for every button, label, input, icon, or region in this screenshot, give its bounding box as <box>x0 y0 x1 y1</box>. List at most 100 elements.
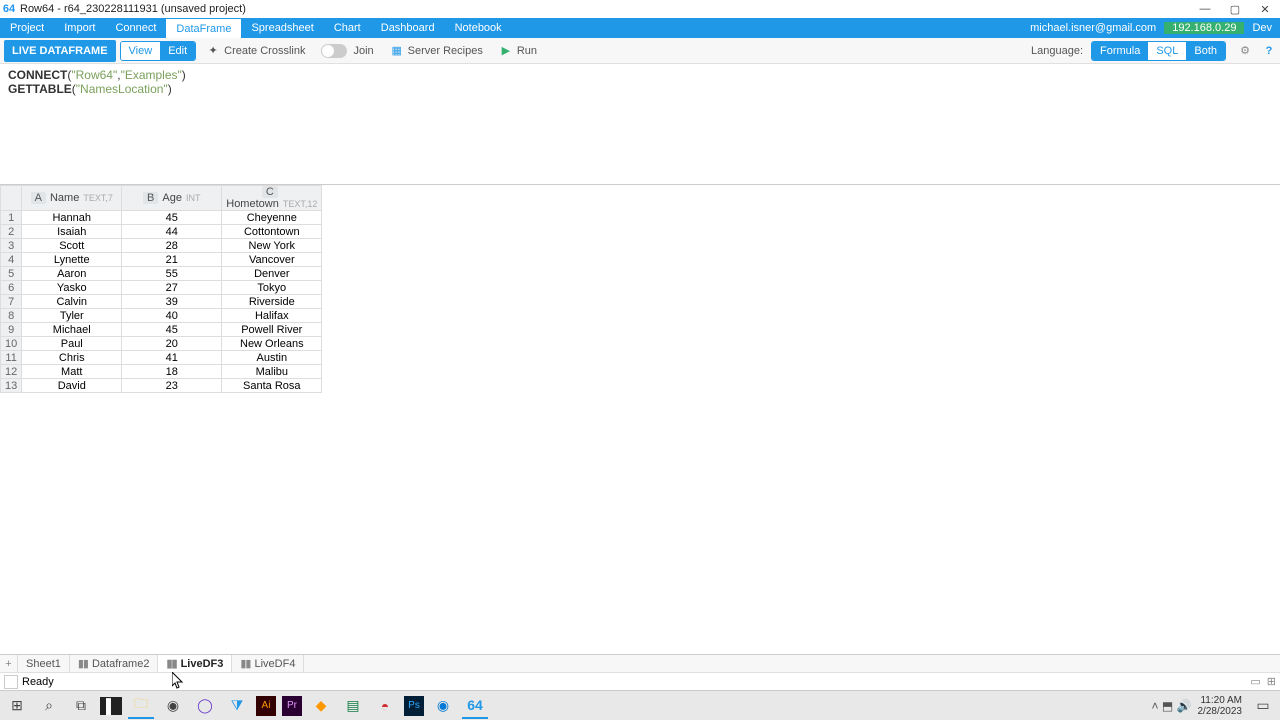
premiere-icon[interactable]: Pr <box>282 696 302 716</box>
edge-icon[interactable]: ◉ <box>430 693 456 719</box>
cell-name[interactable]: Scott <box>22 239 122 253</box>
cell-name[interactable]: Michael <box>22 323 122 337</box>
cell-hometown[interactable]: Halifax <box>222 309 322 323</box>
table-row[interactable]: 12 Matt 18 Malibu <box>1 365 322 379</box>
row-number[interactable]: 3 <box>1 239 22 253</box>
sheet-tab-livedf3[interactable]: ▮▮LiveDF3 <box>158 655 232 672</box>
cell-hometown[interactable]: Cottontown <box>222 225 322 239</box>
cell-name[interactable]: Aaron <box>22 267 122 281</box>
cell-hometown[interactable]: Denver <box>222 267 322 281</box>
view-button[interactable]: View <box>121 42 161 60</box>
help-button[interactable]: ? <box>1262 44 1276 58</box>
table-row[interactable]: 11 Chris 41 Austin <box>1 351 322 365</box>
settings-button[interactable]: ⚙ <box>1236 42 1254 60</box>
cell-hometown[interactable]: New Orleans <box>222 337 322 351</box>
table-row[interactable]: 1 Hannah 45 Cheyenne <box>1 211 322 225</box>
vscode-icon[interactable]: ⧩ <box>224 693 250 719</box>
illustrator-icon[interactable]: Ai <box>256 696 276 716</box>
row64-taskbar-icon[interactable]: 64 <box>462 693 488 719</box>
chrome-icon[interactable]: ◉ <box>160 693 186 719</box>
cell-age[interactable]: 41 <box>122 351 222 365</box>
table-row[interactable]: 10 Paul 20 New Orleans <box>1 337 322 351</box>
cell-age[interactable]: 21 <box>122 253 222 267</box>
server-ip[interactable]: 192.168.0.29 <box>1164 22 1244 34</box>
cell-age[interactable]: 40 <box>122 309 222 323</box>
column-header-a[interactable]: ANameTEXT,7 <box>22 186 122 211</box>
cell-age[interactable]: 28 <box>122 239 222 253</box>
row-number[interactable]: 9 <box>1 323 22 337</box>
menu-project[interactable]: Project <box>0 18 54 38</box>
join-toggle[interactable] <box>321 44 347 58</box>
close-button[interactable]: ✕ <box>1250 0 1280 18</box>
row-number[interactable]: 13 <box>1 379 22 393</box>
task-view-icon[interactable]: ⧉ <box>68 693 94 719</box>
column-header-b[interactable]: BAgeINT <box>122 186 222 211</box>
cell-age[interactable]: 55 <box>122 267 222 281</box>
layout-icon-1[interactable]: ▭ <box>1250 675 1260 688</box>
sheet-tab-sheet1[interactable]: Sheet1 <box>18 655 70 672</box>
cell-age[interactable]: 20 <box>122 337 222 351</box>
sheet-tab-livedf4[interactable]: ▮▮LiveDF4 <box>232 655 304 672</box>
cell-hometown[interactable]: New York <box>222 239 322 253</box>
table-row[interactable]: 2 Isaiah 44 Cottontown <box>1 225 322 239</box>
cell-name[interactable]: Yasko <box>22 281 122 295</box>
table-row[interactable]: 13 David 23 Santa Rosa <box>1 379 322 393</box>
cell-hometown[interactable]: Austin <box>222 351 322 365</box>
user-email[interactable]: michael.isner@gmail.com <box>1022 22 1164 34</box>
minimize-button[interactable]: ― <box>1190 0 1220 18</box>
menu-connect[interactable]: Connect <box>105 18 166 38</box>
cell-hometown[interactable]: Santa Rosa <box>222 379 322 393</box>
cell-hometown[interactable]: Vancover <box>222 253 322 267</box>
photoshop-icon[interactable]: Ps <box>404 696 424 716</box>
row-number[interactable]: 6 <box>1 281 22 295</box>
table-row[interactable]: 8 Tyler 40 Halifax <box>1 309 322 323</box>
clock[interactable]: 11:20 AM 2/28/2023 <box>1198 695 1245 717</box>
cell-age[interactable]: 39 <box>122 295 222 309</box>
dev-mode[interactable]: Dev <box>1244 22 1280 34</box>
terminal-icon[interactable]: ▌ <box>100 697 122 715</box>
cell-name[interactable]: Isaiah <box>22 225 122 239</box>
layout-icon-2[interactable]: ⊞ <box>1267 675 1276 688</box>
github-icon[interactable]: ◯ <box>192 693 218 719</box>
menu-dashboard[interactable]: Dashboard <box>371 18 445 38</box>
row-number[interactable]: 10 <box>1 337 22 351</box>
menu-notebook[interactable]: Notebook <box>445 18 512 38</box>
cell-age[interactable]: 23 <box>122 379 222 393</box>
row-number[interactable]: 4 <box>1 253 22 267</box>
cell-hometown[interactable]: Riverside <box>222 295 322 309</box>
cell-name[interactable]: Paul <box>22 337 122 351</box>
lang-both[interactable]: Both <box>1186 42 1225 60</box>
corner-cell[interactable] <box>1 186 22 211</box>
add-sheet-button[interactable]: + <box>0 655 18 672</box>
table-row[interactable]: 5 Aaron 55 Denver <box>1 267 322 281</box>
menu-spreadsheet[interactable]: Spreadsheet <box>241 18 323 38</box>
cell-age[interactable]: 27 <box>122 281 222 295</box>
table-row[interactable]: 7 Calvin 39 Riverside <box>1 295 322 309</box>
code-editor[interactable]: CONNECT("Row64","Examples") GETTABLE("Na… <box>0 64 1280 184</box>
cell-hometown[interactable]: Malibu <box>222 365 322 379</box>
row-number[interactable]: 1 <box>1 211 22 225</box>
lang-sql[interactable]: SQL <box>1148 42 1186 60</box>
server-recipes-button[interactable]: ▦ Server Recipes <box>384 40 489 62</box>
row-number[interactable]: 7 <box>1 295 22 309</box>
row-number[interactable]: 2 <box>1 225 22 239</box>
sheet-tab-dataframe2[interactable]: ▮▮Dataframe2 <box>70 655 159 672</box>
cell-name[interactable]: Tyler <box>22 309 122 323</box>
maximize-button[interactable]: ▢ <box>1220 0 1250 18</box>
cell-name[interactable]: Lynette <box>22 253 122 267</box>
edit-button[interactable]: Edit <box>160 42 195 60</box>
cell-age[interactable]: 18 <box>122 365 222 379</box>
row-number[interactable]: 8 <box>1 309 22 323</box>
table-row[interactable]: 3 Scott 28 New York <box>1 239 322 253</box>
cell-age[interactable]: 45 <box>122 211 222 225</box>
notifications-icon[interactable]: ▭ <box>1250 693 1276 719</box>
cell-age[interactable]: 45 <box>122 323 222 337</box>
cell-hometown[interactable]: Tokyo <box>222 281 322 295</box>
table-row[interactable]: 4 Lynette 21 Vancover <box>1 253 322 267</box>
menu-chart[interactable]: Chart <box>324 18 371 38</box>
app-icon-1[interactable]: ◓ <box>372 693 398 719</box>
table-row[interactable]: 9 Michael 45 Powell River <box>1 323 322 337</box>
menu-dataframe[interactable]: DataFrame <box>166 18 241 38</box>
row-number[interactable]: 5 <box>1 267 22 281</box>
search-icon[interactable]: ⌕ <box>36 693 62 719</box>
